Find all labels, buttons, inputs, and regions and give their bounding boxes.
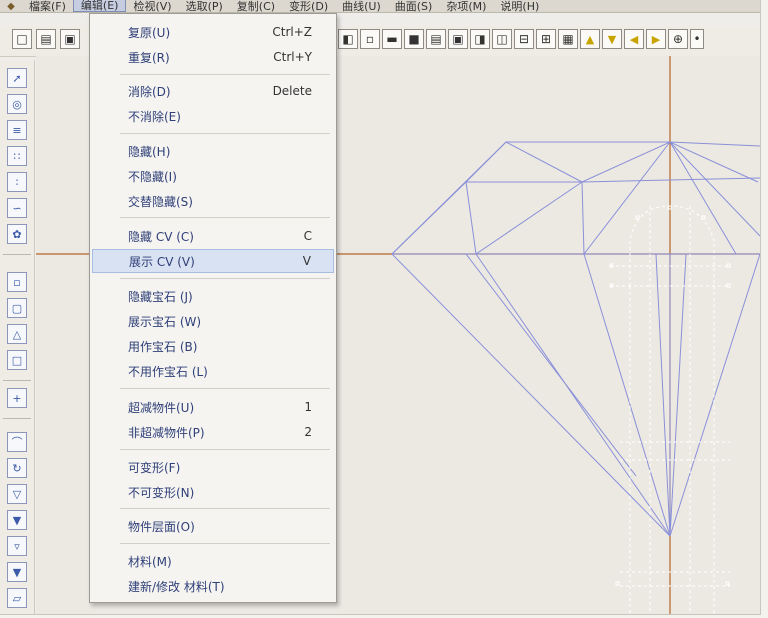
skew-icon[interactable]: ▱ [7,588,27,608]
grid-four-icon[interactable]: ⊞ [536,29,556,49]
menu-surface[interactable]: 曲面(S) [388,1,440,12]
menu-item-use-as-gem[interactable]: 用作宝石 (B) [92,334,334,358]
menu-item-non-subtract-object[interactable]: 非超减物件(P) 2 [92,420,334,444]
menu-item-hide-cv[interactable]: 隐藏 CV (C) C [92,224,334,248]
view-top-icon[interactable]: ▤ [426,29,446,49]
zoom-in-icon[interactable]: ⊕ [668,29,688,49]
menu-edit[interactable]: 编辑(E) [72,0,127,12]
grid-four-bold-icon[interactable]: ▦ [558,29,578,49]
select-chain-icon[interactable]: ∽ [7,198,27,218]
menu-item-non-deformable[interactable]: 不可变形(N) [92,480,334,504]
zoom-more-icon[interactable]: • [690,29,704,49]
menu-item-material[interactable]: 材料(M) [92,549,334,573]
menu-item-redo[interactable]: 重复(R) Ctrl+Y [92,45,334,69]
split-vertical-icon[interactable]: ◫ [492,29,512,49]
view-solid-icon[interactable]: ■ [404,29,424,49]
copy-shape-icon[interactable]: □ [7,350,27,370]
view-shade-icon[interactable]: ▣ [448,29,468,49]
menu-item-not-gem[interactable]: 不用作宝石 (L) [92,359,334,383]
view-bottom-icon[interactable]: ▫ [360,29,380,49]
menu-item-unhide[interactable]: 不隐藏(I) [92,164,334,188]
point-tool-icon[interactable]: ▫ [7,272,27,292]
rotate-icon[interactable]: ↻ [7,458,27,478]
select-objects-icon[interactable]: ◎ [7,94,27,114]
menu-curve[interactable]: 曲线(U) [335,1,388,12]
app-window: ◆ 檔案(F) 编辑(E) 检视(V) 选取(P) 复制(C) 变形(D) 曲线… [0,0,761,615]
menu-view[interactable]: 检视(V) [126,1,178,12]
select-group-icon[interactable]: ∶ [7,172,27,192]
add-points-icon[interactable]: + [7,388,27,408]
select-layers-icon[interactable]: ≡ [7,120,27,140]
view-right-icon[interactable]: ◨ [470,29,490,49]
app-logo-icon: ◆ [7,0,15,12]
open-folder-icon[interactable]: ▤ [36,29,56,49]
menu-item-object-layer[interactable]: 物件层面(O) [92,514,334,538]
menu-item-undo[interactable]: 复原(U) Ctrl+Z [92,20,334,44]
gem-wireframe [391,141,760,537]
menu-item-undelete[interactable]: 不消除(E) [92,104,334,128]
view-left-icon[interactable]: ◧ [338,29,358,49]
menu-bar: ◆ 檔案(F) 编辑(E) 检视(V) 选取(P) 复制(C) 变形(D) 曲线… [0,0,760,13]
edit-menu-dropdown: 复原(U) Ctrl+Z 重复(R) Ctrl+Y 消除(D) Delete 不消除(… [89,13,337,603]
arrow-right-icon[interactable]: ▶ [646,29,666,49]
menu-copy[interactable]: 复制(C) [230,1,282,12]
menu-help[interactable]: 说明(H) [493,1,546,12]
menu-item-subtract-object[interactable]: 超减物件(U) 1 [92,395,334,419]
select-ring-icon[interactable]: ✿ [7,224,27,244]
view-base-icon[interactable]: ▬ [382,29,402,49]
menu-file[interactable]: 檔案(F) [22,1,73,12]
menu-item-delete[interactable]: 消除(D) Delete [92,79,334,103]
split-horizontal-icon[interactable]: ⊟ [514,29,534,49]
menu-item-hide[interactable]: 隐藏(H) [92,139,334,163]
dome-icon[interactable]: △ [7,324,27,344]
tool-palette: ➚ ◎ ≡ ∷ ∶ ∽ ✿ ▫ ▢ △ □ + ⌒ ↻ ▽ ▼ ▿ ▼ ▱ [0,60,35,614]
box-select-icon[interactable]: ▢ [7,298,27,318]
menu-item-edit-material[interactable]: 建新/修改 材料(T) [92,574,334,598]
menu-item-show-gem[interactable]: 展示宝石 (W) [92,309,334,333]
arrow-left-icon[interactable]: ◀ [624,29,644,49]
menu-misc[interactable]: 杂项(M) [439,1,493,12]
arc-icon[interactable]: ⌒ [7,432,27,452]
select-points-icon[interactable]: ∷ [7,146,27,166]
save-icon[interactable]: ▣ [60,29,80,49]
menu-item-hide-gem[interactable]: 隐藏宝石 (J) [92,284,334,308]
arrow-up-icon[interactable]: ▲ [580,29,600,49]
triangle-bold-icon[interactable]: ▼ [7,562,27,582]
menu-transform[interactable]: 变形(D) [282,1,335,12]
select-arrow-icon[interactable]: ➚ [7,68,27,88]
triangle-small-icon[interactable]: ▿ [7,536,27,556]
triangle-solid-icon[interactable]: ▼ [7,510,27,530]
new-file-icon[interactable]: □ [12,29,32,49]
menu-item-show-cv[interactable]: 展示 CV (V) V [92,249,334,273]
menu-select[interactable]: 选取(P) [179,1,230,12]
triangle-outline-icon[interactable]: ▽ [7,484,27,504]
menu-item-toggle-hide[interactable]: 交替隐藏(S) [92,189,334,213]
arrow-down-icon[interactable]: ▼ [602,29,622,49]
menu-item-deformable[interactable]: 可变形(F) [92,455,334,479]
